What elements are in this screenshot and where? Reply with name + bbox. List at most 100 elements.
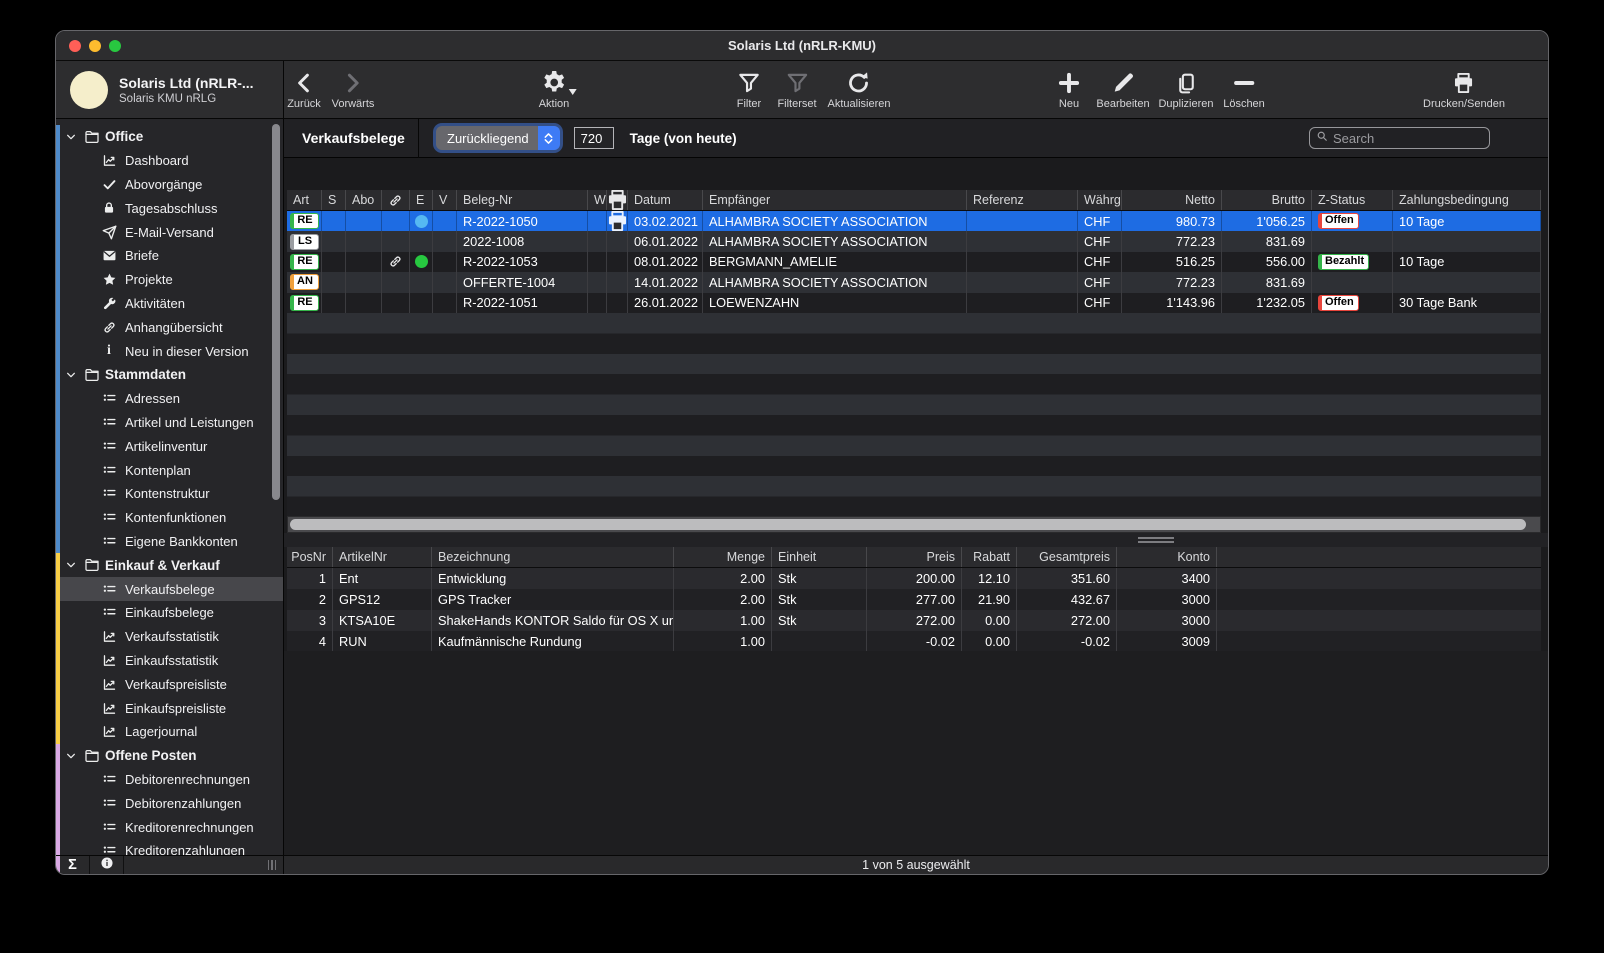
chart-icon xyxy=(101,701,117,716)
sidebar-resize-handle[interactable] xyxy=(268,856,277,874)
close-window-button[interactable] xyxy=(69,40,81,52)
column-header-v[interactable]: V xyxy=(433,190,457,210)
column-header-art[interactable]: Art xyxy=(287,190,322,210)
document-row[interactable]: RER-2022-105003.02.2021ALHAMBRA SOCIETY … xyxy=(287,211,1541,231)
info-button[interactable] xyxy=(90,856,124,874)
document-row[interactable]: ANOFFERTE-100414.01.2022ALHAMBRA SOCIETY… xyxy=(287,272,1541,292)
position-row[interactable]: 4RUNKaufmännische Rundung1.00-0.020.00-0… xyxy=(287,631,1541,652)
detail-column-header-preis[interactable]: Preis xyxy=(867,547,962,567)
sidebar-folder[interactable]: Offene Posten xyxy=(56,744,283,768)
sidebar-item[interactable]: Briefe xyxy=(56,244,283,268)
sidebar-item[interactable]: Einkaufsstatistik xyxy=(56,649,283,673)
cell-value: 516.25 xyxy=(1176,254,1215,269)
pane-splitter[interactable] xyxy=(284,533,1548,547)
column-header-zstatus[interactable]: Z-Status xyxy=(1312,190,1393,210)
detail-column-header-gesamt[interactable]: Gesamtpreis xyxy=(1017,547,1117,567)
range-dropdown[interactable]: Zurückliegend xyxy=(436,126,560,150)
detail-column-header-konto[interactable]: Konto xyxy=(1117,547,1217,567)
column-header-w[interactable]: W xyxy=(588,190,607,210)
sidebar-item[interactable]: Eigene Bankkonten xyxy=(56,530,283,554)
position-row[interactable]: 3KTSA10EShakeHands KONTOR Saldo für OS X… xyxy=(287,610,1541,631)
document-row[interactable]: RER-2022-105308.01.2022BERGMANN_AMELIECH… xyxy=(287,252,1541,272)
column-header-beleg[interactable]: Beleg-Nr xyxy=(457,190,588,210)
sidebar-item[interactable]: Verkaufspreisliste xyxy=(56,672,283,696)
sidebar-item[interactable]: Anhangübersicht xyxy=(56,315,283,339)
search-input[interactable] xyxy=(1333,131,1483,146)
sidebar-item[interactable]: E-Mail-Versand xyxy=(56,220,283,244)
sidebar-item[interactable]: Artikelinventur xyxy=(56,434,283,458)
toolbar-bearbeiten-button[interactable]: Bearbeiten xyxy=(1096,66,1149,110)
splitter-grip-icon[interactable] xyxy=(1138,537,1174,543)
column-header-s[interactable]: S xyxy=(322,190,346,210)
detail-column-header-rabatt[interactable]: Rabatt xyxy=(962,547,1017,567)
toolbar-neu-button[interactable]: Neu xyxy=(1056,66,1082,110)
horizontal-scrollbar-thumb[interactable] xyxy=(290,519,1526,530)
minimize-window-button[interactable] xyxy=(89,40,101,52)
sidebar-item[interactable]: Kreditorenrechnungen xyxy=(56,815,283,839)
column-header-abo[interactable]: Abo xyxy=(346,190,382,210)
column-header-brutto[interactable]: Brutto xyxy=(1222,190,1312,210)
toolbar-loeschen-button[interactable]: Löschen xyxy=(1223,66,1265,110)
cell-value: 0.00 xyxy=(985,613,1010,628)
document-row[interactable]: LS2022-100806.01.2022ALHAMBRA SOCIETY AS… xyxy=(287,231,1541,251)
sidebar-item[interactable]: Projekte xyxy=(56,268,283,292)
sidebar-item-label: Anhangübersicht xyxy=(125,320,223,335)
sum-button[interactable]: Σ xyxy=(56,856,90,874)
sidebar-item[interactable]: Einkaufspreisliste xyxy=(56,696,283,720)
sidebar-item[interactable]: Kontenplan xyxy=(56,458,283,482)
sidebar-item[interactable]: Debitorenrechnungen xyxy=(56,768,283,792)
toolbar-zurueck-button[interactable]: Zurück xyxy=(287,66,321,110)
sidebar-item[interactable]: Lagerjournal xyxy=(56,720,283,744)
column-header-label: Empfänger xyxy=(709,193,770,207)
sidebar-item[interactable]: Verkaufsstatistik xyxy=(56,625,283,649)
toolbar-label: Drucken/Senden xyxy=(1423,98,1505,110)
column-header-netto[interactable]: Netto xyxy=(1122,190,1222,210)
sidebar-item[interactable]: Adressen xyxy=(56,387,283,411)
column-header-datum[interactable]: Datum xyxy=(628,190,703,210)
sidebar-item[interactable]: Einkaufsbelege xyxy=(56,601,283,625)
toolbar-aktualisieren-button[interactable]: Aktualisieren xyxy=(828,66,891,110)
column-header-link[interactable] xyxy=(382,190,410,210)
doc-type-badge: RE xyxy=(290,213,319,229)
detail-column-header-posnr[interactable]: PosNr xyxy=(287,547,333,567)
column-header-empf[interactable]: Empfänger xyxy=(703,190,967,210)
toolbar-aktion-button[interactable]: Aktion xyxy=(539,66,570,110)
column-header-e[interactable]: E xyxy=(410,190,433,210)
sidebar-item[interactable]: Kontenstruktur xyxy=(56,482,283,506)
cell-value: R-2022-1050 xyxy=(463,214,538,229)
column-header-ref[interactable]: Referenz xyxy=(967,190,1078,210)
days-input[interactable] xyxy=(574,127,614,149)
sidebar-item[interactable]: Debitorenzahlungen xyxy=(56,791,283,815)
detail-column-header-menge[interactable]: Menge xyxy=(674,547,772,567)
detail-column-header-artnr[interactable]: ArtikelNr xyxy=(333,547,432,567)
search-field[interactable] xyxy=(1309,127,1490,149)
sidebar-folder[interactable]: Stammdaten xyxy=(56,363,283,387)
column-header-waehrg[interactable]: Währg xyxy=(1078,190,1122,210)
detail-column-header-bez[interactable]: Bezeichnung xyxy=(432,547,674,567)
horizontal-scrollbar-track[interactable] xyxy=(287,516,1541,533)
zoom-window-button[interactable] xyxy=(109,40,121,52)
company-profile[interactable]: Solaris Ltd (nRLR-... Solaris KMU nRLG xyxy=(56,61,284,118)
detail-column-header-einheit[interactable]: Einheit xyxy=(772,547,867,567)
position-row[interactable]: 2GPS12GPS Tracker2.00Stk277.0021.90432.6… xyxy=(287,589,1541,610)
column-header-print[interactable] xyxy=(607,190,628,210)
column-header-zahlung[interactable]: Zahlungsbedingung xyxy=(1393,190,1541,210)
toolbar-filter-button[interactable]: Filter xyxy=(736,66,762,110)
sidebar-scrollbar[interactable] xyxy=(272,124,280,500)
sidebar-folder[interactable]: Einkauf & Verkauf xyxy=(56,553,283,577)
sidebar-item[interactable]: Tagesabschluss xyxy=(56,196,283,220)
titlebar[interactable]: Solaris Ltd (nRLR-KMU) xyxy=(56,31,1548,61)
toolbar-drucken-button[interactable]: Drucken/Senden xyxy=(1423,66,1505,110)
sidebar-item[interactable]: Artikel und Leistungen xyxy=(56,411,283,435)
toolbar-duplizieren-button[interactable]: Duplizieren xyxy=(1158,66,1213,110)
sidebar-item[interactable]: Abovorgänge xyxy=(56,173,283,197)
sidebar-item[interactable]: Aktivitäten xyxy=(56,292,283,316)
sidebar-item[interactable]: Verkaufsbelege xyxy=(56,577,283,601)
sidebar-folder[interactable]: Office xyxy=(56,125,283,149)
sidebar-item[interactable]: Kreditorenzahlungen xyxy=(56,839,283,855)
position-row[interactable]: 1EntEntwicklung2.00Stk200.0012.10351.603… xyxy=(287,568,1541,589)
sidebar-item[interactable]: iNeu in dieser Version xyxy=(56,339,283,363)
sidebar-item[interactable]: Dashboard xyxy=(56,149,283,173)
document-row[interactable]: RER-2022-105126.01.2022LOEWENZAHNCHF1'14… xyxy=(287,293,1541,313)
sidebar-item[interactable]: Kontenfunktionen xyxy=(56,506,283,530)
